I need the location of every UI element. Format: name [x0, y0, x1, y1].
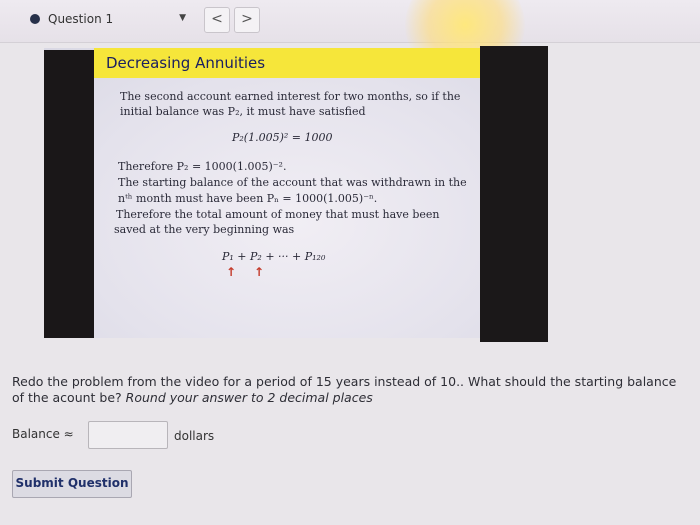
next-question-button[interactable]: >: [234, 7, 260, 33]
units-label: dollars: [174, 429, 215, 443]
question-instruction: Round your answer to 2 decimal places: [125, 390, 373, 405]
question-selector[interactable]: Question 1 ▼: [30, 7, 196, 31]
balance-input[interactable]: [88, 421, 168, 449]
arrow-up-icon: ↑: [226, 265, 237, 279]
balance-label: Balance ≈: [12, 427, 74, 441]
status-dot-icon: [30, 14, 40, 24]
slide-line-4: The starting balance of the account that…: [118, 176, 467, 189]
previous-question-button[interactable]: <: [204, 7, 230, 33]
slide-line-3: Therefore P₂ = 1000(1.005)⁻².: [118, 160, 287, 173]
slide-equation-2: P₁ + P₂ + ··· + P₁₂₀: [222, 250, 326, 263]
slide-line-6: Therefore the total amount of money that…: [116, 208, 440, 221]
chevron-right-icon: >: [241, 11, 253, 27]
slide-equation-1: P₂(1.005)² = 1000: [232, 131, 333, 144]
question-prompt: Redo the problem from the video for a pe…: [12, 374, 692, 406]
arrow-up-icon: ↑: [254, 265, 265, 279]
slide-line-7: saved at the very beginning was: [114, 223, 295, 236]
chevron-left-icon: <: [211, 11, 223, 27]
slide-line-1: The second account earned interest for t…: [120, 90, 461, 103]
chevron-down-icon: ▼: [179, 13, 186, 23]
slide-title: Decreasing Annuities: [94, 48, 480, 78]
video-letterbox-left: [44, 50, 94, 338]
question-label: Question 1: [48, 12, 114, 26]
submit-question-button[interactable]: Submit Question: [12, 470, 132, 498]
top-bar: Question 1 ▼ < >: [0, 0, 700, 43]
slide-line-5: nᵗʰ month must have been Pₙ = 1000(1.005…: [118, 192, 378, 205]
slide-line-2: initial balance was P₂, it must have sat…: [120, 105, 366, 118]
video-letterbox-right: [480, 46, 548, 342]
